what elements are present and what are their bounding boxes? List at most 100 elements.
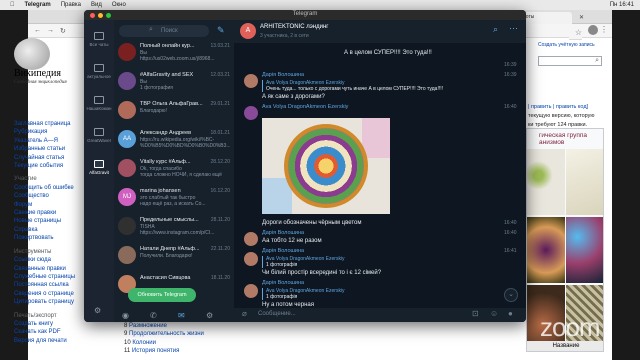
account-icon[interactable] — [588, 25, 598, 35]
avatar[interactable] — [244, 74, 258, 88]
folder-tab[interactable]: GreatWaveI — [84, 122, 114, 152]
contacts-icon[interactable]: ◉ — [122, 311, 129, 320]
sidebar-nav-link[interactable]: Служебные страницы — [14, 273, 80, 281]
toc-link[interactable]: Продолжительность жизни — [129, 331, 204, 337]
message-input[interactable]: Сообщение... — [258, 311, 296, 317]
create-account-link[interactable]: Создать учётную запись — [538, 42, 595, 48]
menu-edit[interactable]: Правка — [61, 2, 81, 8]
chat-list-item[interactable]: #AlfaGravity and SEX 12.03.21 Вы 1 фотограф… — [114, 69, 234, 95]
sidebar-nav-link[interactable]: Цитировать страницу — [14, 298, 80, 306]
calls-icon[interactable]: ✆ — [150, 311, 157, 320]
folder-settings-icon[interactable]: ⚙ — [94, 306, 101, 315]
sidebar-nav-link[interactable]: Постоянная ссылка — [14, 281, 80, 289]
toc-link[interactable]: Размножение — [129, 323, 167, 329]
sidebar-nav-link[interactable]: Связанные правки — [14, 265, 80, 273]
gallery-image[interactable] — [527, 217, 565, 283]
folder-tab[interactable]: НашаКоман — [84, 90, 114, 120]
message-sender[interactable]: Дарія Волошина — [262, 230, 304, 236]
folder-tab[interactable]: актуальное — [84, 58, 114, 88]
gallery-image[interactable] — [566, 217, 603, 283]
chat-avatar[interactable]: A — [240, 23, 256, 39]
settings-icon[interactable]: ⚙ — [206, 311, 213, 320]
toc-link[interactable]: Колонии — [132, 340, 156, 346]
toc-item[interactable]: 9 Продолжительность жизни — [124, 330, 204, 338]
apple-menu-icon[interactable]:  — [10, 2, 15, 8]
message-sender[interactable]: Дарія Волошина — [262, 72, 304, 78]
menu-view[interactable]: Вид — [91, 2, 102, 8]
sidebar-nav-link[interactable]: Форум — [14, 201, 80, 209]
toc-item[interactable]: 10 Колонии — [124, 339, 204, 347]
chat-header[interactable]: A ARHITEKTONIC лэндинг 3 участника, 2 в … — [234, 20, 526, 44]
sidebar-nav-link[interactable]: Сообщить об ошибке — [14, 184, 80, 192]
sidebar-nav-link[interactable]: Ссылки сюда — [14, 256, 80, 264]
reply-quote[interactable]: Ava Volya DragonAkmeon Ezerskiy Очень ту… — [262, 80, 482, 92]
toc-item[interactable]: 11 История понятия — [124, 347, 204, 355]
gallery-image[interactable] — [527, 149, 565, 215]
wikipedia-logo[interactable] — [14, 38, 50, 70]
back-icon[interactable]: ← — [34, 27, 41, 34]
chat-search-input[interactable]: ⌕ Поиск — [119, 25, 209, 37]
sidebar-nav-link[interactable]: Сведения о странице — [14, 290, 80, 298]
emoji-icon[interactable]: ☺ — [490, 309, 498, 318]
search-icon[interactable]: ⌕ — [493, 24, 498, 35]
message-sender[interactable]: Дарія Волошина — [262, 248, 304, 254]
sidebar-nav-link[interactable]: Рубрикация — [14, 128, 80, 136]
search-icon[interactable]: ⌕ — [595, 57, 599, 65]
menu-app[interactable]: Telegram — [25, 2, 51, 8]
avatar[interactable] — [244, 284, 258, 298]
avatar: AA — [118, 130, 136, 148]
menu-window[interactable]: Окно — [112, 2, 126, 8]
sidebar-nav-link[interactable]: Свежие правки — [14, 209, 80, 217]
toc-item[interactable]: 8 Размножение — [124, 322, 204, 330]
sidebar-nav-link[interactable]: Справка — [14, 226, 80, 234]
sidebar-nav-link[interactable]: Заглавная страница — [14, 120, 80, 128]
chat-list-item[interactable]: Полный онлайн кур... 13.03.21 Вы https://us… — [114, 40, 234, 66]
reply-quote[interactable]: Ava Volya DragonAkmeon Ezerskiy 1 фотогр… — [262, 288, 442, 300]
folder-label: актуальное — [87, 74, 111, 79]
chat-list-item[interactable]: AA Александр Андреев 18.01.21 https://ru.wi… — [114, 127, 234, 153]
chat-list-item[interactable]: Натали Днепр #Альф... 22.11.20 Получили. Б… — [114, 243, 234, 269]
sidebar-nav-link[interactable]: Сообщество — [14, 192, 80, 200]
browser-menu-icon[interactable]: ⋮ — [600, 25, 608, 34]
preview-line: https://www.instagram.com/p/CI... — [140, 230, 215, 236]
folder-tab[interactable]: Все чаты — [84, 26, 114, 56]
sidebar-nav-link[interactable]: Пожертвовать — [14, 234, 80, 242]
message-sender[interactable]: Дарія Волошина — [262, 280, 304, 286]
avatar[interactable] — [244, 106, 258, 120]
wiki-search-input[interactable]: ⌕ — [538, 56, 602, 66]
chat-list-item[interactable]: Vitally курс #Альф... 28.12.20 Ok, тогда с… — [114, 156, 234, 182]
bookmark-star-icon[interactable]: ☆ — [568, 26, 582, 40]
sidebar-nav-link[interactable]: Избранные статьи — [14, 145, 80, 153]
toc-link[interactable]: История понятия — [132, 348, 179, 354]
chat-title[interactable]: ARHITEKTONIC лэндинг — [260, 24, 328, 30]
folder-tab[interactable]: AlfaGravit — [84, 154, 114, 184]
reload-icon[interactable]: ↻ — [60, 27, 66, 35]
chat-list-item[interactable]: MJ marina johansen 16.12.20 это слабтый так… — [114, 185, 234, 211]
chat-list-item[interactable]: Предельные смыслы... 28.11.20 TISHA https:/… — [114, 214, 234, 240]
edit-links[interactable]: | править | править код] — [528, 104, 604, 113]
message-photo[interactable] — [262, 118, 390, 214]
reply-quote[interactable]: Ava Volya DragonAkmeon Ezerskiy 1 фотогр… — [262, 256, 462, 268]
update-telegram-button[interactable]: Обновить Telegram — [128, 288, 196, 302]
chats-icon[interactable]: ✉ — [178, 311, 185, 320]
tab-close-icon[interactable]: ✕ — [579, 14, 584, 21]
sidebar-nav-link[interactable]: Случайная статья — [14, 154, 80, 162]
gallery-image[interactable] — [566, 149, 603, 215]
avatar[interactable] — [244, 232, 258, 246]
compose-icon[interactable]: ✎ — [217, 25, 225, 36]
avatar[interactable] — [244, 252, 258, 266]
sidebar-nav-link[interactable]: Создать книгу — [14, 320, 80, 328]
chat-list-item[interactable]: ТВР Ольга АльфаГрав... 29.01.21 Благодарю! — [114, 98, 234, 124]
sidebar-nav-link[interactable]: Скачать как PDF — [14, 328, 80, 336]
microphone-icon[interactable]: ● — [508, 309, 513, 318]
sidebar-nav-link[interactable]: Новые страницы — [14, 217, 80, 225]
commands-icon[interactable]: ⊡ — [472, 309, 479, 318]
attach-icon[interactable]: ⌀ — [242, 309, 247, 318]
sidebar-nav-link[interactable]: Указатель А—Я — [14, 137, 80, 145]
forward-icon[interactable]: → — [47, 27, 54, 34]
more-options-icon[interactable]: ⋯ — [509, 23, 518, 34]
sidebar-nav-link[interactable]: Текущие события — [14, 162, 80, 170]
sidebar-nav-link[interactable]: Версия для печати — [14, 337, 80, 345]
scroll-down-button[interactable]: ⌄ — [504, 288, 518, 302]
message-sender[interactable]: Ava Volya DragonAkmeon Ezerskiy — [262, 104, 348, 110]
